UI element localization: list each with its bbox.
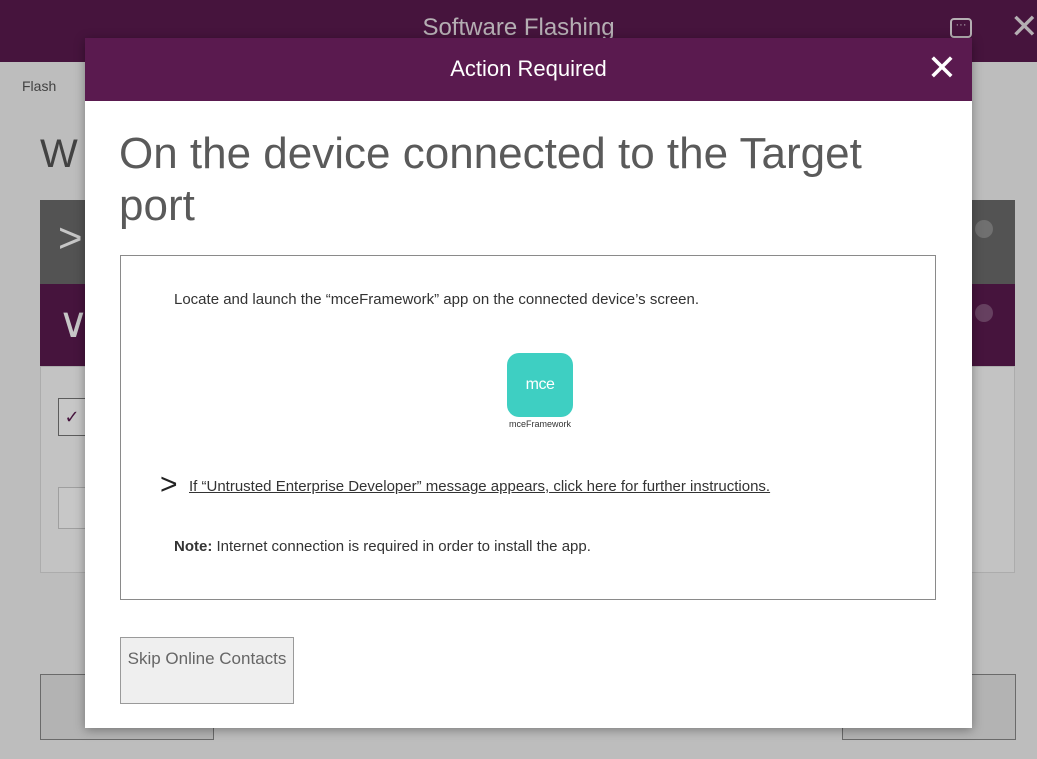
- note-label: Note:: [174, 538, 213, 555]
- untrusted-developer-link[interactable]: If “Untrusted Enterprise Developer” mess…: [189, 478, 770, 495]
- chevron-right-icon[interactable]: >: [160, 470, 178, 500]
- dialog-header: Action Required ✕: [85, 38, 972, 101]
- mce-app-icon: mce: [507, 353, 573, 417]
- app-icon-label: mceFramework: [508, 419, 571, 429]
- note-body: Internet connection is required in order…: [212, 538, 591, 555]
- skip-online-contacts-button[interactable]: Skip Online Contacts: [120, 637, 294, 704]
- note-text: Note: Internet connection is required in…: [174, 538, 591, 555]
- dialog-heading: On the device connected to the Target po…: [119, 129, 862, 230]
- close-icon[interactable]: ✕: [922, 48, 962, 88]
- instruction-text: Locate and launch the “mceFramework” app…: [174, 291, 700, 308]
- action-required-dialog: Action Required ✕ On the device connecte…: [85, 38, 972, 728]
- instruction-box: Locate and launch the “mceFramework” app…: [120, 255, 936, 600]
- dialog-title: Action Required: [450, 56, 607, 81]
